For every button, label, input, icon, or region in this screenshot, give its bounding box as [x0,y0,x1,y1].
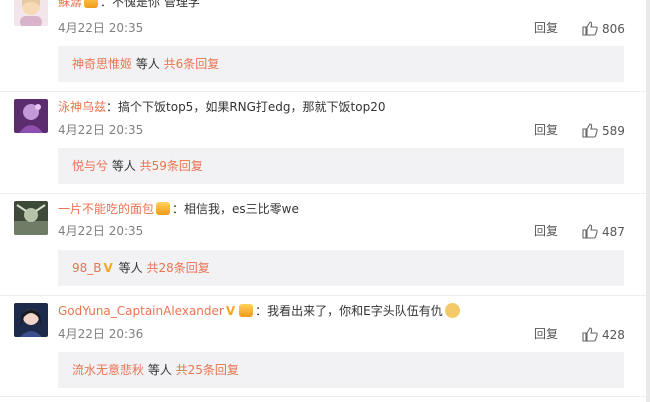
divider [0,193,650,194]
avatar[interactable] [14,201,48,235]
username[interactable]: GodYuna_CaptainAlexander [58,304,224,318]
avatar[interactable] [14,99,48,133]
avatar[interactable] [14,303,48,337]
avatar[interactable] [14,0,48,26]
reply-user[interactable]: 神奇思惟姬 [72,57,132,71]
username[interactable]: 泳神乌兹 [58,100,106,114]
vip-badge-icon [239,304,254,317]
timestamp: 4月22日 20:35 [58,224,144,238]
reply-count-link[interactable]: 共25条回复 [176,363,239,377]
reply-count-link[interactable]: 共59条回复 [140,159,203,173]
reply-joiner: 等人 [108,159,140,173]
like-button[interactable]: 806 [582,21,625,36]
comment-line: 一片不能吃的面包 ：相信我，es三比零we [58,201,299,217]
reply-button[interactable]: 回复 [534,224,558,238]
reply-button[interactable]: 回复 [534,327,558,341]
like-button[interactable]: 487 [582,224,625,239]
comment-text: ：搞个下饭top5，如果RNG打edg，那就下饭top20 [106,100,386,114]
reply-button[interactable]: 回复 [534,21,558,35]
comment-line: GodYuna_CaptainAlexander V ：我看出来了，你和E字头队伍有… [58,303,460,319]
like-count: 487 [602,225,625,239]
like-button[interactable]: 589 [582,123,625,138]
reply-joiner: 等人 [132,57,164,71]
username[interactable]: 一片不能吃的面包 [58,202,154,216]
timestamp: 4月22日 20:35 [58,21,144,35]
reply-user[interactable]: 98_B [72,261,102,275]
scrollbar[interactable] [646,0,650,402]
like-count: 428 [602,328,625,342]
like-button[interactable]: 428 [582,327,625,342]
divider [0,295,650,296]
reply-user[interactable]: 悦与兮 [72,159,108,173]
username[interactable]: 蘇潺 [58,0,82,9]
verified-v-icon: V [103,261,113,275]
like-count: 806 [602,22,625,36]
comment-text: ：相信我，es三比零we [172,202,299,216]
reply-count-link[interactable]: 共6条回复 [164,57,220,71]
like-count: 589 [602,124,625,138]
reply-summary[interactable]: 悦与兮 等人 共59条回复 [58,148,624,184]
reply-summary[interactable]: 流水无意悲秋 等人 共25条回复 [58,352,624,388]
reply-joiner: 等人 [144,363,176,377]
comment-text: ：不愧是你 管理学 [100,0,200,9]
doge-emoji-icon [444,303,460,318]
reply-button[interactable]: 回复 [534,123,558,137]
reply-count-link[interactable]: 共28条回复 [146,261,209,275]
reply-joiner: 等人 [114,261,147,275]
comment-text: ：我看出来了，你和E字头队伍有仇 [255,304,443,318]
divider [0,396,650,397]
timestamp: 4月22日 20:35 [58,123,144,137]
thumbs-up-icon [582,123,598,138]
reply-summary[interactable]: 98_B V 等人 共28条回复 [58,250,624,286]
reply-summary[interactable]: 神奇思惟姬 等人 共6条回复 [58,46,624,82]
verified-v-icon: V [225,304,236,318]
vip-badge-icon [84,0,99,8]
timestamp: 4月22日 20:36 [58,327,144,341]
thumbs-up-icon [582,21,598,36]
vip-badge-icon [156,202,171,215]
comment-line: 蘇潺 ：不愧是你 管理学 [58,0,200,10]
comment-line: 泳神乌兹：搞个下饭top5，如果RNG打edg，那就下饭top20 [58,99,385,115]
thumbs-up-icon [582,327,598,342]
reply-user[interactable]: 流水无意悲秋 [72,363,144,377]
thumbs-up-icon [582,224,598,239]
divider [0,91,650,92]
